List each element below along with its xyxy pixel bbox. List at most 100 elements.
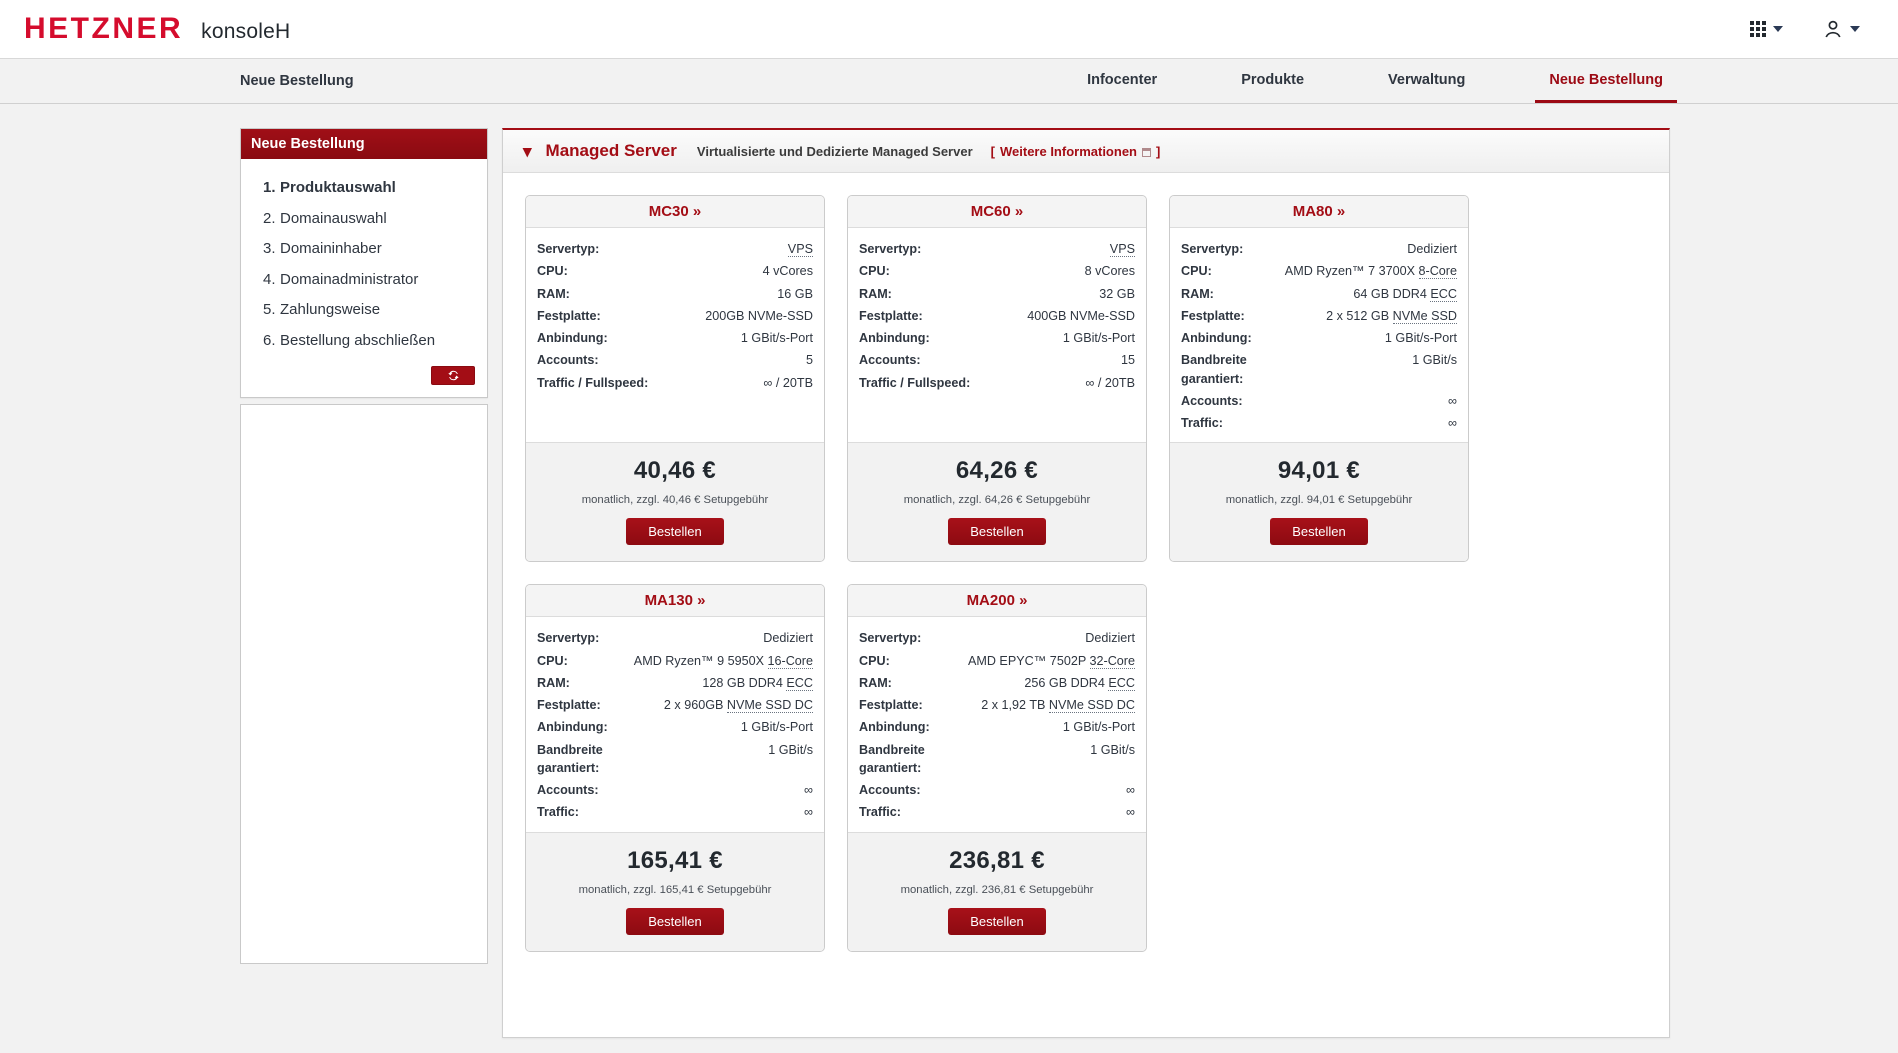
sidebar-item-domaininhaber[interactable]: 3. Domaininhaber	[263, 234, 471, 265]
more-information-link[interactable]: Weitere Informationen	[1000, 144, 1137, 159]
step-number: 1.	[263, 179, 276, 196]
product-card: MC60 » Servertyp: VPS CPU: 8 vCores RAM: 32 GB…	[847, 195, 1147, 563]
sidebar-step-list: 1. Produktauswahl 2. Domainauswahl 3. Domai…	[241, 159, 487, 364]
spec-label: Accounts:	[537, 353, 599, 368]
product-spec-row: Festplatte: 2 x 1,92 TB NVMe SSD DC	[859, 694, 1135, 716]
product-price-note: monatlich, zzgl. 165,41 € Setupgebühr	[578, 883, 772, 896]
spec-label: Festplatte:	[859, 308, 923, 323]
nav-page-title: Neue Bestellung	[240, 73, 354, 89]
nav-item-neue-bestellung[interactable]: Neue Bestellung	[1535, 59, 1677, 103]
hetzner-logo: HETZNER	[24, 12, 184, 45]
sidebar-item-produktauswahl[interactable]: 1. Produktauswahl	[263, 173, 471, 204]
product-spec-row: Traffic: ∞	[1181, 412, 1457, 434]
spec-value: 1 GBit/s	[1412, 353, 1457, 368]
spec-label: Servertyp:	[1181, 242, 1244, 256]
step-number: 3.	[263, 240, 276, 257]
product-card: MA130 » Servertyp: Dediziert CPU: AMD Ryzen™…	[525, 584, 825, 952]
product-spec-row: Festplatte: 400GB NVMe-SSD	[859, 305, 1135, 327]
product-spec-row: Traffic / Fullspeed: ∞ / 20TB	[859, 372, 1135, 394]
reload-button[interactable]	[431, 366, 475, 385]
spec-label: Bandbreite garantiert:	[1181, 353, 1247, 386]
spec-value: 1 GBit/s-Port	[1384, 331, 1457, 345]
product-spec-row: RAM: 64 GB DDR4 ECC	[1181, 283, 1457, 305]
grid-apps-icon	[1750, 21, 1766, 37]
spec-label: Bandbreite garantiert:	[859, 742, 925, 775]
sidebar-item-domainadministrator[interactable]: 4. Domainadministrator	[263, 265, 471, 296]
app-name: konsoleH	[201, 20, 291, 43]
product-spec-row: Bandbreite garantiert: 1 GBit/s	[859, 739, 1135, 780]
spec-value-tooltip-term[interactable]: ECC	[786, 675, 813, 691]
spec-value-tooltip-term[interactable]: NVMe SSD DC	[1048, 698, 1135, 713]
product-card-title[interactable]: MC30 »	[526, 196, 824, 228]
spec-value-tooltip-term[interactable]: NVMe SSD DC	[726, 698, 813, 713]
spec-value: VPS	[929, 240, 1135, 258]
product-card-title[interactable]: MC60 »	[848, 196, 1146, 228]
spec-value: 2 x 512 GB NVMe SSD	[1326, 308, 1457, 324]
product-card-title[interactable]: MA80 »	[1170, 196, 1468, 228]
product-price-block: 40,46 € monatlich, zzgl. 40,46 € Setupgeb…	[526, 442, 824, 562]
spec-value-tooltip-term[interactable]: ECC	[1430, 286, 1457, 302]
spec-label: Traffic:	[1181, 416, 1223, 430]
spec-value-tooltip-term[interactable]: VPS	[787, 242, 813, 257]
product-card-title[interactable]: MA130 »	[526, 585, 824, 618]
product-price-block: 64,26 € monatlich, zzgl. 64,26 € Setupgeb…	[848, 442, 1146, 562]
product-spec-row: Accounts: ∞	[537, 779, 813, 801]
product-card-title[interactable]: MA200 »	[848, 585, 1146, 618]
product-spec-row: CPU: AMD EPYC™ 7502P 32-Core	[859, 650, 1135, 672]
product-price-block: 94,01 € monatlich, zzgl. 94,01 € Setupgeb…	[1170, 442, 1468, 562]
sidebar-steps-box: Neue Bestellung 1. Produktauswahl 2. Domai…	[240, 128, 488, 398]
step-label: Produktauswahl	[280, 179, 396, 196]
order-button[interactable]: Bestellen	[1270, 518, 1368, 546]
order-button[interactable]: Bestellen	[626, 518, 724, 546]
product-spec-row: Accounts: 5	[537, 349, 813, 371]
spec-label: Accounts:	[859, 783, 921, 797]
spec-label: Anbindung:	[1181, 331, 1252, 345]
spec-label: Traffic:	[537, 805, 579, 820]
order-button[interactable]: Bestellen	[626, 907, 724, 935]
spec-value: ∞ / 20TB	[1085, 375, 1135, 390]
panel-subtitle: Virtualisierte und Dedizierte Managed Se…	[696, 143, 973, 159]
spec-value: 5	[805, 353, 813, 368]
product-spec-row: Traffic: ∞	[537, 801, 813, 823]
spec-value: 1 GBit/s	[768, 742, 813, 757]
spec-label: Anbindung:	[537, 331, 608, 345]
panel-header: ▾ Managed Server Virtualisierte und Dedi…	[503, 130, 1669, 173]
product-spec-row: CPU: AMD Ryzen™ 9 5950X 16-Core	[537, 650, 813, 672]
spec-label: Servertyp:	[859, 631, 922, 646]
spec-value: 1 GBit/s-Port	[740, 720, 813, 735]
sidebar-item-zahlungsweise[interactable]: 5. Zahlungsweise	[263, 295, 471, 326]
sidebar-item-domainauswahl[interactable]: 2. Domainauswahl	[263, 204, 471, 235]
spec-value: Dediziert	[763, 631, 813, 646]
product-spec-row: Anbindung: 1 GBit/s-Port	[859, 716, 1135, 738]
account-menu-button[interactable]	[1823, 19, 1860, 39]
spec-value-tooltip-term[interactable]: 32-Core	[1089, 653, 1135, 669]
spec-label: Bandbreite garantiert:	[537, 742, 603, 775]
spec-value-tooltip-term[interactable]: VPS	[1109, 242, 1135, 257]
product-card: MA200 » Servertyp: Dediziert CPU: AMD EPYC™ …	[847, 584, 1147, 952]
chevron-down-icon[interactable]: ▾	[523, 143, 532, 160]
product-card: MA80 » Servertyp: Dediziert CPU: AMD Ryzen™ …	[1169, 195, 1469, 563]
apps-menu-button[interactable]	[1750, 21, 1783, 37]
product-spec-row: RAM: 256 GB DDR4 ECC	[859, 672, 1135, 694]
product-spec-row: Anbindung: 1 GBit/s-Port	[537, 327, 813, 349]
order-button[interactable]: Bestellen	[948, 907, 1046, 935]
product-spec-list: Servertyp: Dediziert CPU: AMD Ryzen™ 9 5950…	[526, 617, 824, 831]
spec-label: Servertyp:	[537, 631, 600, 646]
product-spec-row: Servertyp: Dediziert	[1181, 238, 1457, 260]
spec-label: Accounts:	[859, 353, 921, 368]
spec-value-tooltip-term[interactable]: 8-Core	[1418, 264, 1457, 280]
nav-item-infocenter[interactable]: Infocenter	[1073, 59, 1171, 103]
spec-value-tooltip-term[interactable]: ECC	[1108, 675, 1135, 691]
product-spec-row: Anbindung: 1 GBit/s-Port	[1181, 327, 1457, 349]
spec-label: RAM:	[859, 286, 892, 301]
sidebar-title: Neue Bestellung	[241, 129, 487, 159]
nav-item-produkte[interactable]: Produkte	[1227, 59, 1318, 103]
spec-value-tooltip-term[interactable]: NVMe SSD	[1392, 308, 1457, 324]
order-button[interactable]: Bestellen	[948, 518, 1046, 546]
top-bar-controls	[1750, 19, 1876, 39]
sidebar-item-bestellung-abschliessen[interactable]: 6. Bestellung abschließen	[263, 326, 471, 357]
product-spec-row: Anbindung: 1 GBit/s-Port	[537, 716, 813, 738]
spec-value-tooltip-term[interactable]: 16-Core	[767, 653, 813, 669]
spec-value: 1 GBit/s-Port	[740, 331, 813, 345]
nav-item-verwaltung[interactable]: Verwaltung	[1374, 59, 1479, 103]
